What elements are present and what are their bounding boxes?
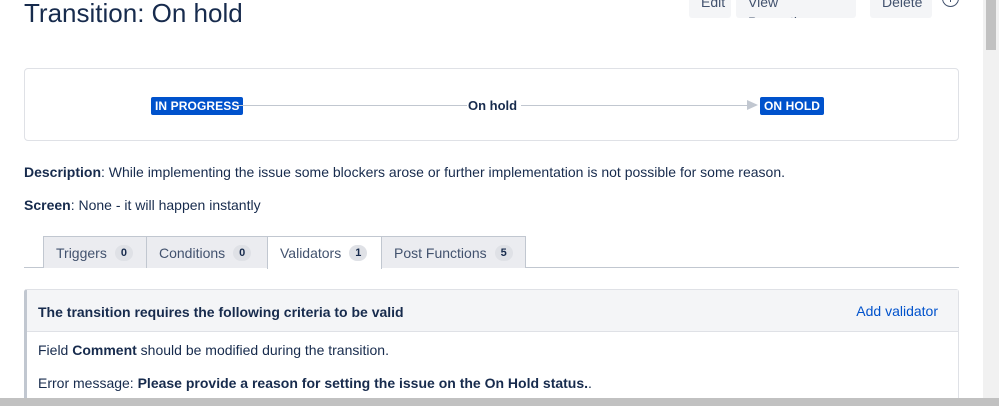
description-label: Description: [24, 164, 102, 180]
transition-diagram: IN PROGRESS On hold ON HOLD: [24, 68, 959, 141]
count-badge: 5: [494, 244, 513, 261]
error-message-text: Please provide a reason for setting the …: [137, 375, 589, 391]
count-badge: 0: [114, 244, 133, 261]
screen-text: : None - it will happen instantly: [70, 197, 261, 213]
screen-info: Screen: None - it will happen instantly: [24, 197, 261, 213]
add-validator-link[interactable]: Add validator: [856, 303, 938, 319]
delete-button-label: Delete: [882, 0, 923, 10]
field-suffix: should be modified during the transition…: [136, 342, 389, 358]
view-properties-button[interactable]: View Properties: [736, 0, 856, 18]
validators-panel: The transition requires the following cr…: [24, 289, 959, 401]
tab-label: Validators: [280, 245, 342, 261]
edit-button-label: Edit: [701, 0, 726, 10]
tab-conditions[interactable]: Conditions 0: [146, 236, 268, 268]
error-suffix: .: [588, 375, 592, 391]
horizontal-scrollbar[interactable]: [0, 398, 999, 406]
validator-field-rule: Field Comment should be modified during …: [38, 342, 389, 358]
validator-error-message: Error message: Please provide a reason f…: [38, 375, 592, 391]
edit-button[interactable]: Edit: [689, 0, 731, 18]
transition-line-right: [521, 105, 748, 106]
from-status-lozenge: IN PROGRESS: [151, 97, 244, 115]
tab-triggers[interactable]: Triggers 0: [43, 236, 147, 268]
validators-heading: The transition requires the following cr…: [38, 304, 404, 320]
scrollbar-thumb[interactable]: [986, 0, 996, 50]
tab-label: Post Functions: [394, 244, 487, 261]
count-badge: 1: [349, 245, 368, 261]
info-icon[interactable]: [942, 0, 959, 7]
tab-post-functions[interactable]: Post Functions 5: [381, 236, 526, 268]
error-prefix: Error message:: [38, 375, 138, 391]
validators-panel-header: The transition requires the following cr…: [27, 290, 958, 332]
field-prefix: Field: [38, 342, 73, 358]
count-badge: 0: [233, 244, 252, 261]
description-text: : While implementing the issue some bloc…: [101, 164, 785, 180]
vertical-scrollbar[interactable]: [983, 0, 999, 406]
transition-label: On hold: [468, 98, 518, 113]
arrow-right-icon: [747, 100, 758, 110]
screen-label: Screen: [24, 197, 71, 213]
to-status-lozenge: ON HOLD: [760, 97, 825, 115]
view-properties-button-label: View Properties: [748, 0, 812, 18]
page-title: Transition: On hold: [24, 0, 243, 28]
description: Description: While implementing the issu…: [24, 164, 785, 180]
tab-label: Conditions: [159, 244, 226, 261]
transition-line-left: [236, 105, 467, 106]
tab-label: Triggers: [56, 244, 107, 261]
field-name: Comment: [72, 342, 137, 358]
delete-button[interactable]: Delete: [870, 0, 932, 18]
tab-validators[interactable]: Validators 1: [267, 236, 382, 269]
